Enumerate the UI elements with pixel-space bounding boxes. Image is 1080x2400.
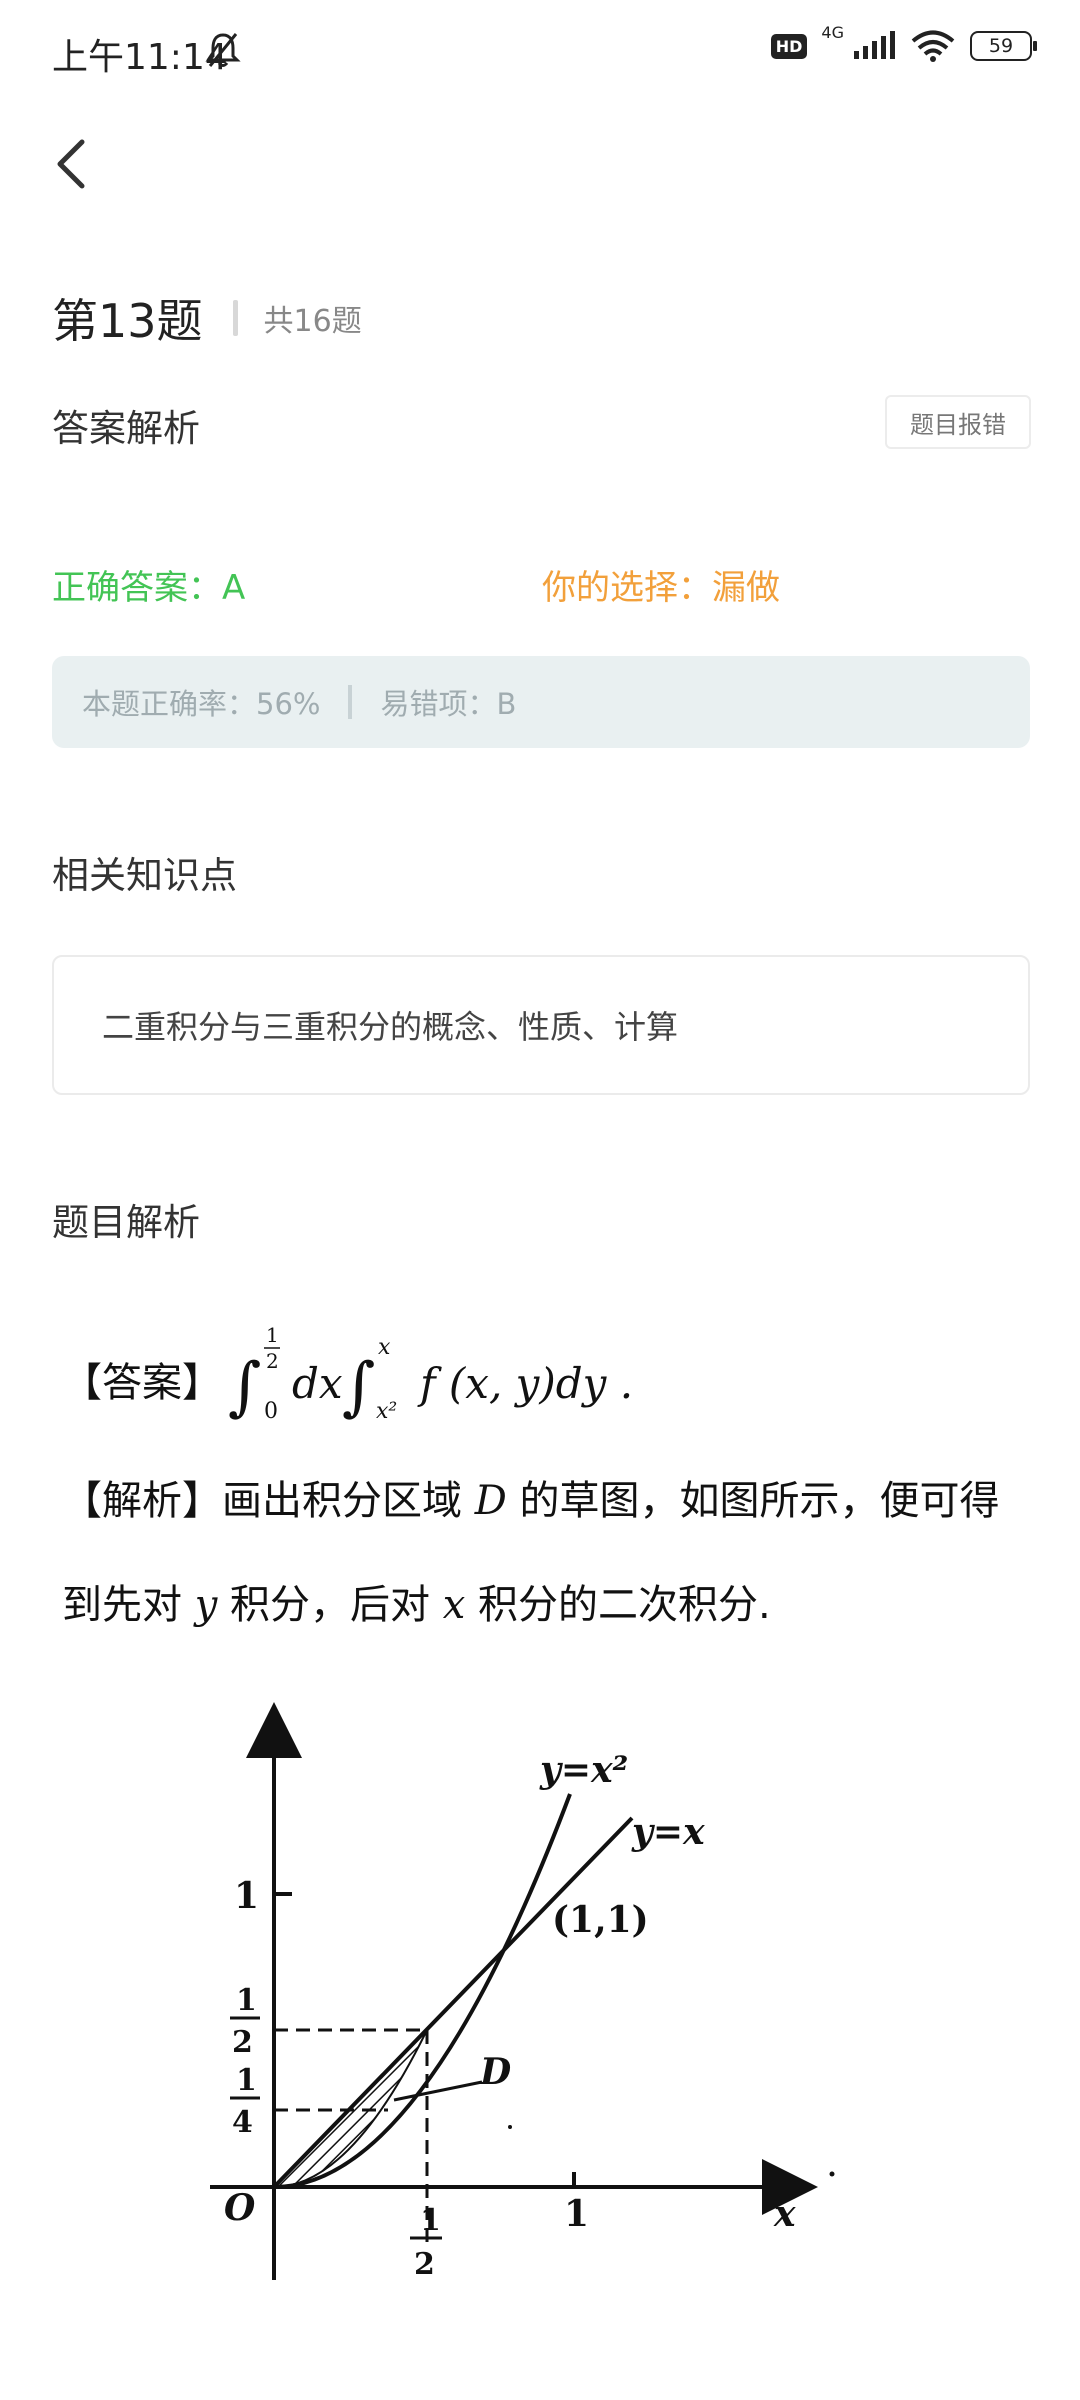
bell-off-icon — [205, 33, 241, 67]
question-total: 共16题 — [263, 304, 362, 339]
label-point-1-1: (1,1) — [552, 1899, 649, 1941]
tick-label-y-half-den: 2 — [232, 2025, 253, 2060]
common-error-option: 易错项：B — [380, 687, 517, 721]
knowledge-item[interactable]: 二重积分与三重积分的概念、性质、计算 — [52, 955, 1030, 1095]
tick-label-x-half-den: 2 — [414, 2247, 435, 2282]
integration-region-figure: y=x² y=x (1,1) D O x 1 1 2 1 4 1 2 1 — [210, 1702, 835, 2282]
knowledge-item-label: 二重积分与三重积分的概念、性质、计算 — [102, 1008, 679, 1046]
tick-label-y-1: 1 — [234, 1875, 259, 1917]
battery-icon: 59 — [970, 31, 1037, 61]
tick-label-x-half-num: 1 — [420, 2203, 441, 2238]
answer-formula: ∫ 1 2 0 dx ∫ x x² f (x, y)dy . — [228, 1323, 633, 1424]
stray-dot-2 — [829, 2171, 835, 2177]
curve-y-equals-x-squared — [273, 1793, 572, 2189]
inner-upper-limit: x — [378, 1335, 391, 1360]
report-error-button[interactable]: 题目报错 — [885, 395, 1031, 449]
label-region-d: D — [479, 2051, 511, 2093]
upper-limit-den: 2 — [266, 1349, 279, 1373]
question-header: 第13题 共16题 — [52, 285, 362, 351]
tick-label-y-half-num: 1 — [236, 1983, 257, 2018]
inner-lower-limit: x² — [376, 1399, 397, 1424]
status-bar: 上午11:14 HD 4G 59 — [0, 0, 1080, 100]
lower-limit: 0 — [264, 1399, 278, 1424]
back-arrow-icon[interactable] — [44, 128, 104, 198]
battery-level: 59 — [988, 35, 1014, 57]
accuracy-rate: 本题正确率：56% — [82, 687, 321, 721]
hd-badge: HD — [770, 33, 808, 59]
knowledge-title: 相关知识点 — [52, 854, 237, 897]
stats-box: 本题正确率：56% 易错项：B — [52, 656, 1030, 748]
stats-divider — [348, 685, 353, 719]
solution-title: 题目解析 — [52, 1201, 200, 1244]
label-x-axis: x — [773, 2193, 796, 2235]
explanation-2a: 到先对 — [62, 1582, 182, 1628]
header-divider — [232, 300, 238, 336]
differential-dx: dx — [292, 1359, 343, 1408]
explanation-line-1: 【解析】画出积分区域 D 的草图，如图所示，便可得 — [62, 1468, 1000, 1526]
integral-sign-inner: ∫ — [342, 1350, 375, 1424]
variable-d: D — [474, 1478, 507, 1524]
upper-limit-num: 1 — [266, 1323, 279, 1347]
explanation-2b: 积分，后对 — [230, 1582, 431, 1628]
explanation-2c: 积分的二次积分. — [478, 1582, 771, 1628]
your-choice: 你的选择：漏做 — [542, 568, 780, 608]
wifi-icon — [911, 30, 955, 62]
label-origin: O — [224, 2187, 256, 2229]
status-icons: HD 4G 59 — [770, 23, 1037, 62]
line-y-equals-x — [272, 1816, 634, 2189]
tick-label-x-1: 1 — [564, 2193, 589, 2235]
label-line-y-x: y=x — [631, 1811, 705, 1853]
explanation-line-2: 到先对 y 积分，后对 x 积分的二次积分. — [62, 1572, 771, 1630]
integrand: f (x, y)dy . — [417, 1359, 633, 1408]
variable-x: x — [442, 1582, 466, 1628]
explanation-1b: 的草图，如图所示，便可得 — [519, 1478, 1000, 1524]
answer-analysis-title: 答案解析 — [52, 407, 200, 450]
answer-tag: 【答案】 — [62, 1360, 222, 1406]
signal-icon — [854, 31, 895, 59]
stray-dot-1 — [508, 2125, 512, 2129]
region-pointer — [393, 2080, 483, 2102]
label-curve-x-squared: y=x² — [539, 1749, 628, 1791]
status-time: 上午11:14 — [52, 37, 228, 78]
correct-answer: 正确答案：A — [52, 568, 246, 608]
network-type: 4G — [821, 22, 844, 42]
integral-sign-outer: ∫ — [228, 1350, 261, 1424]
tick-label-y-quarter-num: 1 — [236, 2063, 257, 2098]
variable-y: y — [194, 1582, 218, 1628]
question-number: 第13题 — [52, 294, 203, 348]
tick-label-y-quarter-den: 4 — [232, 2105, 253, 2140]
explanation-1a: 【解析】画出积分区域 — [62, 1478, 462, 1524]
